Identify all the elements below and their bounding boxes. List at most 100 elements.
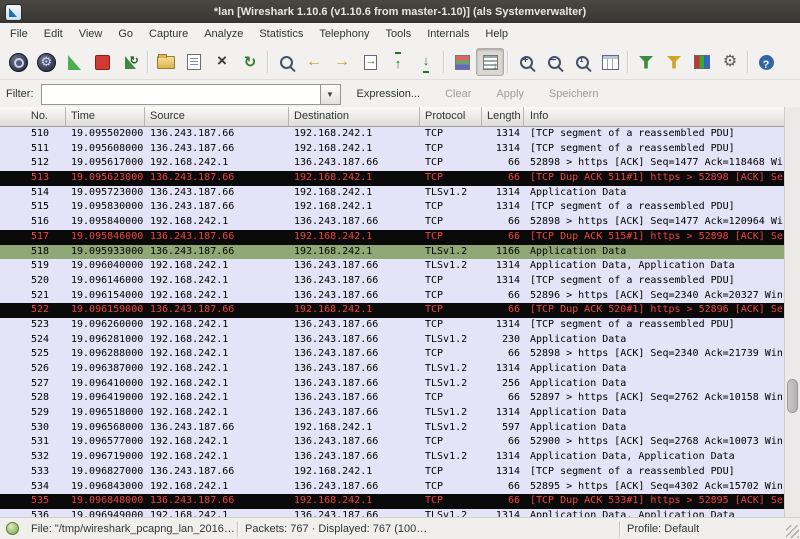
cell-time: 19.095933000 [66, 245, 145, 260]
packet-row[interactable]: 52519.096288000192.168.242.1136.243.187.… [0, 347, 785, 362]
packet-row[interactable]: 53119.096577000192.168.242.1136.243.187.… [0, 435, 785, 450]
cell-no: 529 [0, 406, 66, 421]
menu-item-internals[interactable]: Internals [419, 23, 477, 45]
packet-row[interactable]: 51219.095617000192.168.242.1136.243.187.… [0, 156, 785, 171]
zoom-in-button[interactable] [512, 48, 540, 76]
coloring-rules-button[interactable] [688, 48, 716, 76]
packet-row[interactable]: 53019.096568000136.243.187.66192.168.242… [0, 421, 785, 436]
column-header-info[interactable]: Info [524, 107, 785, 127]
packet-row[interactable]: 53419.096843000192.168.242.1136.243.187.… [0, 480, 785, 495]
go-first-packet-button[interactable] [384, 48, 412, 76]
packet-row[interactable]: 51519.095830000136.243.187.66192.168.242… [0, 200, 785, 215]
packet-row[interactable]: 52819.096419000192.168.242.1136.243.187.… [0, 391, 785, 406]
zoom-out-button[interactable] [540, 48, 568, 76]
menu-item-tools[interactable]: Tools [378, 23, 420, 45]
cell-len: 1314 [482, 127, 524, 142]
start-capture-button[interactable] [60, 48, 88, 76]
packet-row[interactable]: 52119.096154000192.168.242.1136.243.187.… [0, 289, 785, 304]
filter-dropdown-button[interactable]: ▼ [320, 84, 341, 105]
packet-row[interactable]: 53319.096827000136.243.187.66192.168.242… [0, 465, 785, 480]
open-file-button[interactable] [152, 48, 180, 76]
zoom-100-button[interactable] [568, 48, 596, 76]
cell-src: 192.168.242.1 [145, 347, 289, 362]
restart-capture-button[interactable] [116, 48, 144, 76]
packet-row[interactable]: 52719.096410000192.168.242.1136.243.187.… [0, 377, 785, 392]
packet-row[interactable]: 52919.096518000192.168.242.1136.243.187.… [0, 406, 785, 421]
go-last-packet-button[interactable] [412, 48, 440, 76]
go-to-packet-button[interactable] [356, 48, 384, 76]
reload-file-button[interactable] [236, 48, 264, 76]
menu-item-view[interactable]: View [71, 23, 111, 45]
column-header-dst[interactable]: Destination [289, 107, 420, 127]
toolbar-separator [443, 51, 445, 73]
scrollbar-thumb[interactable] [787, 379, 798, 413]
cell-len: 1166 [482, 245, 524, 260]
clear-button[interactable]: Clear [436, 85, 480, 103]
menu-item-edit[interactable]: Edit [36, 23, 71, 45]
menu-item-telephony[interactable]: Telephony [311, 23, 377, 45]
packet-row[interactable]: 53519.096848000136.243.187.66192.168.242… [0, 494, 785, 509]
save-file-button[interactable] [180, 48, 208, 76]
packet-row[interactable]: 51919.096040000192.168.242.1136.243.187.… [0, 259, 785, 274]
column-header-src[interactable]: Source [145, 107, 289, 127]
apply-button[interactable]: Apply [487, 85, 533, 103]
expression-button[interactable]: Expression... [348, 85, 430, 103]
display-filters-button[interactable] [660, 48, 688, 76]
cell-time: 19.096827000 [66, 465, 145, 480]
cell-proto: TCP [420, 142, 482, 157]
packet-row[interactable]: 51819.095933000136.243.187.66192.168.242… [0, 245, 785, 260]
filter-input[interactable] [41, 84, 320, 105]
cell-dst: 136.243.187.66 [289, 362, 420, 377]
packet-row[interactable]: 52619.096387000192.168.242.1136.243.187.… [0, 362, 785, 377]
menu-item-go[interactable]: Go [110, 23, 141, 45]
column-header-time[interactable]: Time [66, 107, 145, 127]
auto-scroll-button[interactable] [476, 48, 504, 76]
resize-grip[interactable] [786, 525, 799, 538]
packet-row[interactable]: 51019.095502000136.243.187.66192.168.242… [0, 127, 785, 142]
titlebar[interactable]: *lan [Wireshark 1.10.6 (v1.10.6 from mas… [0, 0, 800, 23]
colorize-list-button[interactable] [448, 48, 476, 76]
column-header-proto[interactable]: Protocol [420, 107, 482, 127]
menu-item-capture[interactable]: Capture [141, 23, 196, 45]
packet-row[interactable]: 53619.096949000192.168.242.1136.243.187.… [0, 509, 785, 517]
cell-no: 514 [0, 186, 66, 201]
go-forward-button[interactable] [328, 48, 356, 76]
vertical-scrollbar[interactable] [784, 107, 800, 517]
menu-item-help[interactable]: Help [477, 23, 516, 45]
packet-row[interactable]: 52319.096260000192.168.242.1136.243.187.… [0, 318, 785, 333]
preferences-button[interactable] [716, 48, 744, 76]
packet-row[interactable]: 52419.096281000192.168.242.1136.243.187.… [0, 333, 785, 348]
packet-row[interactable]: 51419.095723000136.243.187.66192.168.242… [0, 186, 785, 201]
cell-info: Application Data [524, 333, 785, 348]
cell-dst: 192.168.242.1 [289, 303, 420, 318]
packet-row[interactable]: 53219.096719000192.168.242.1136.243.187.… [0, 450, 785, 465]
capture-options-button[interactable] [32, 48, 60, 76]
menu-item-file[interactable]: File [2, 23, 36, 45]
packet-row[interactable]: 52019.096146000192.168.242.1136.243.187.… [0, 274, 785, 289]
packet-header: No.TimeSourceDestinationProtocolLengthIn… [0, 107, 785, 127]
menu-item-analyze[interactable]: Analyze [196, 23, 251, 45]
help-button[interactable] [752, 48, 780, 76]
packet-row[interactable]: 51719.095846000136.243.187.66192.168.242… [0, 230, 785, 245]
cell-no: 535 [0, 494, 66, 509]
list-interfaces-button[interactable] [4, 48, 32, 76]
packet-row[interactable]: 52219.096159000136.243.187.66192.168.242… [0, 303, 785, 318]
packet-row[interactable]: 51319.095623000136.243.187.66192.168.242… [0, 171, 785, 186]
close-file-button[interactable] [208, 48, 236, 76]
resize-columns-button[interactable] [596, 48, 624, 76]
menu-item-statistics[interactable]: Statistics [251, 23, 311, 45]
column-header-no[interactable]: No. [0, 107, 66, 127]
capture-filters-button[interactable] [632, 48, 660, 76]
column-header-len[interactable]: Length [482, 107, 524, 127]
find-packet-icon [280, 56, 293, 69]
find-packet-button[interactable] [272, 48, 300, 76]
expert-info-icon[interactable] [6, 522, 19, 535]
cell-src: 192.168.242.1 [145, 318, 289, 333]
cell-len: 230 [482, 333, 524, 348]
packet-row[interactable]: 51119.095608000136.243.187.66192.168.242… [0, 142, 785, 157]
packet-row[interactable]: 51619.095840000192.168.242.1136.243.187.… [0, 215, 785, 230]
stop-capture-button[interactable] [88, 48, 116, 76]
save-filter-button[interactable]: Speichern [540, 85, 608, 103]
go-back-button[interactable] [300, 48, 328, 76]
cell-dst: 192.168.242.1 [289, 200, 420, 215]
